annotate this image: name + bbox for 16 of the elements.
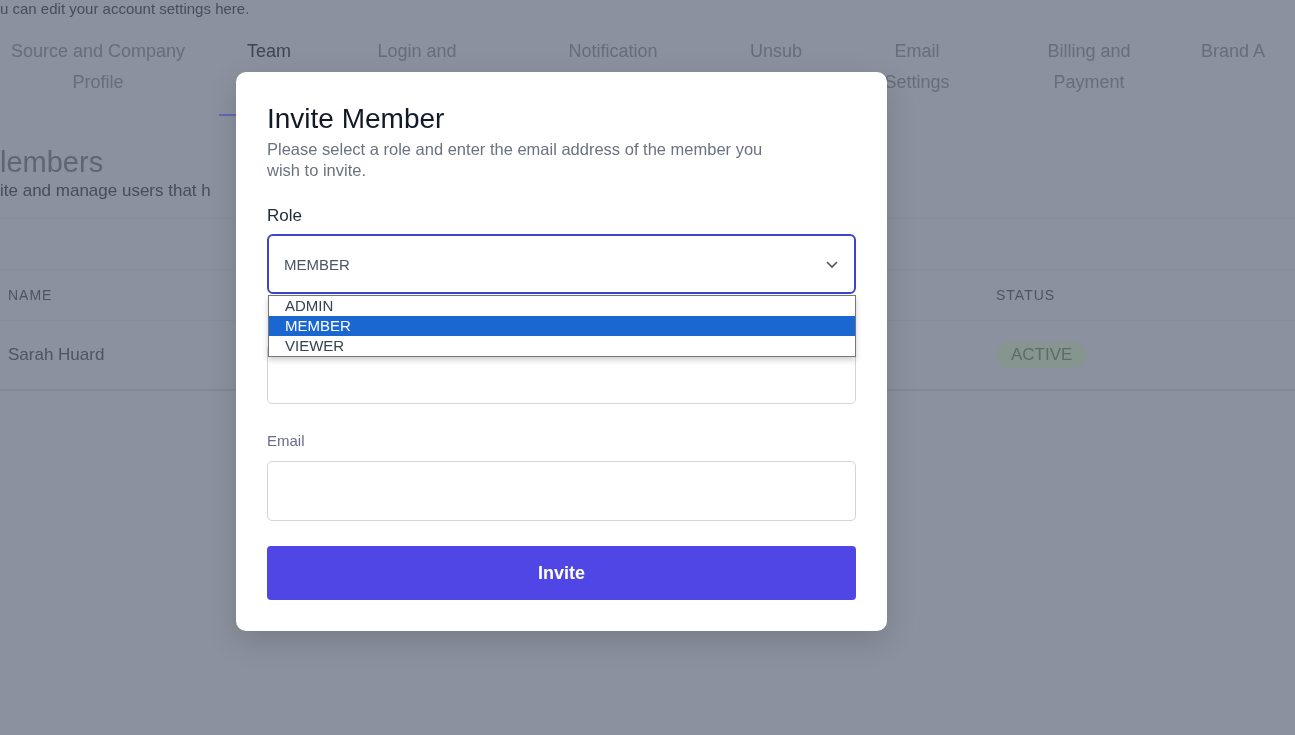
email-field[interactable] [267, 461, 856, 521]
dialog-title: Invite Member [267, 103, 446, 135]
dropdown-option[interactable]: ADMIN [269, 296, 855, 316]
column-header: STATUS [996, 287, 1056, 303]
role-select[interactable]: MEMBER [267, 234, 856, 294]
dropdown-option[interactable]: VIEWER [269, 336, 855, 356]
field-label: Email [267, 432, 306, 450]
section-subtitle: ite and manage users that h [0, 180, 211, 202]
dropdown-option[interactable]: MEMBER [269, 316, 855, 336]
dialog-description: Please select a role and enter the email address of the member you wish to invite. [267, 139, 764, 181]
intro-text: u can edit your account settings here. [0, 0, 250, 18]
field-label: Role [267, 205, 303, 227]
column-header: NAME [8, 287, 53, 303]
table-cell: Sarah Huard [8, 345, 105, 364]
chevron-down-icon [825, 259, 839, 269]
invite-button[interactable]: Invite [267, 546, 856, 600]
